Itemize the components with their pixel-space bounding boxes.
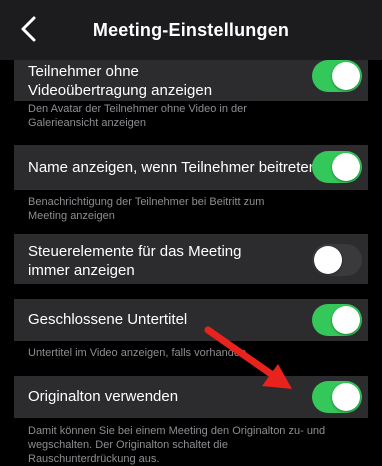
toggle-always-show-controls[interactable] [312,244,362,276]
toggle-original-sound[interactable] [312,381,362,413]
setting-row-show-name-on-join: Name anzeigen, wenn Teilnehmer beitreten [14,145,368,190]
toggle-knob [332,153,360,181]
chevron-left-icon[interactable] [18,16,40,42]
navigation-bar: Meeting-Einstellungen [0,0,382,60]
toggle-knob [332,306,360,334]
toggle-show-name-on-join[interactable] [312,151,362,183]
setting-row-show-non-video-participants: Teilnehmer ohne Videoübertragung anzeige… [14,60,368,101]
setting-label: Teilnehmer ohne Videoübertragung anzeige… [28,63,213,99]
toggle-knob [332,62,360,90]
setting-row-original-sound: Originalton verwenden [14,376,368,418]
toggle-knob [332,383,360,411]
setting-description: Benachrichtigung der Teilnehmer bei Beit… [28,196,265,222]
red-arrow-icon [204,326,292,389]
page-title: Meeting-Einstellungen [92,19,290,40]
setting-row-always-show-controls: Steuerelemente für das Meeting immer anz… [14,234,368,284]
setting-row-closed-captions: Geschlossene Untertitel [14,299,368,341]
toggle-knob [314,246,342,274]
toggle-closed-captions[interactable] [312,304,362,336]
setting-description: Den Avatar der Teilnehmer ohne Video in … [28,103,247,129]
setting-description: Untertitel im Video anzeigen, falls vorh… [28,347,247,359]
setting-label: Steuerelemente für das Meeting immer anz… [28,243,242,279]
setting-label: Name anzeigen, wenn Teilnehmer beitreten [28,159,318,176]
setting-description: Damit können Sie bei einem Meeting den O… [28,425,326,465]
toggle-show-non-video-participants[interactable] [312,60,362,92]
setting-label: Geschlossene Untertitel [28,311,188,328]
setting-label: Originalton verwenden [28,388,179,405]
